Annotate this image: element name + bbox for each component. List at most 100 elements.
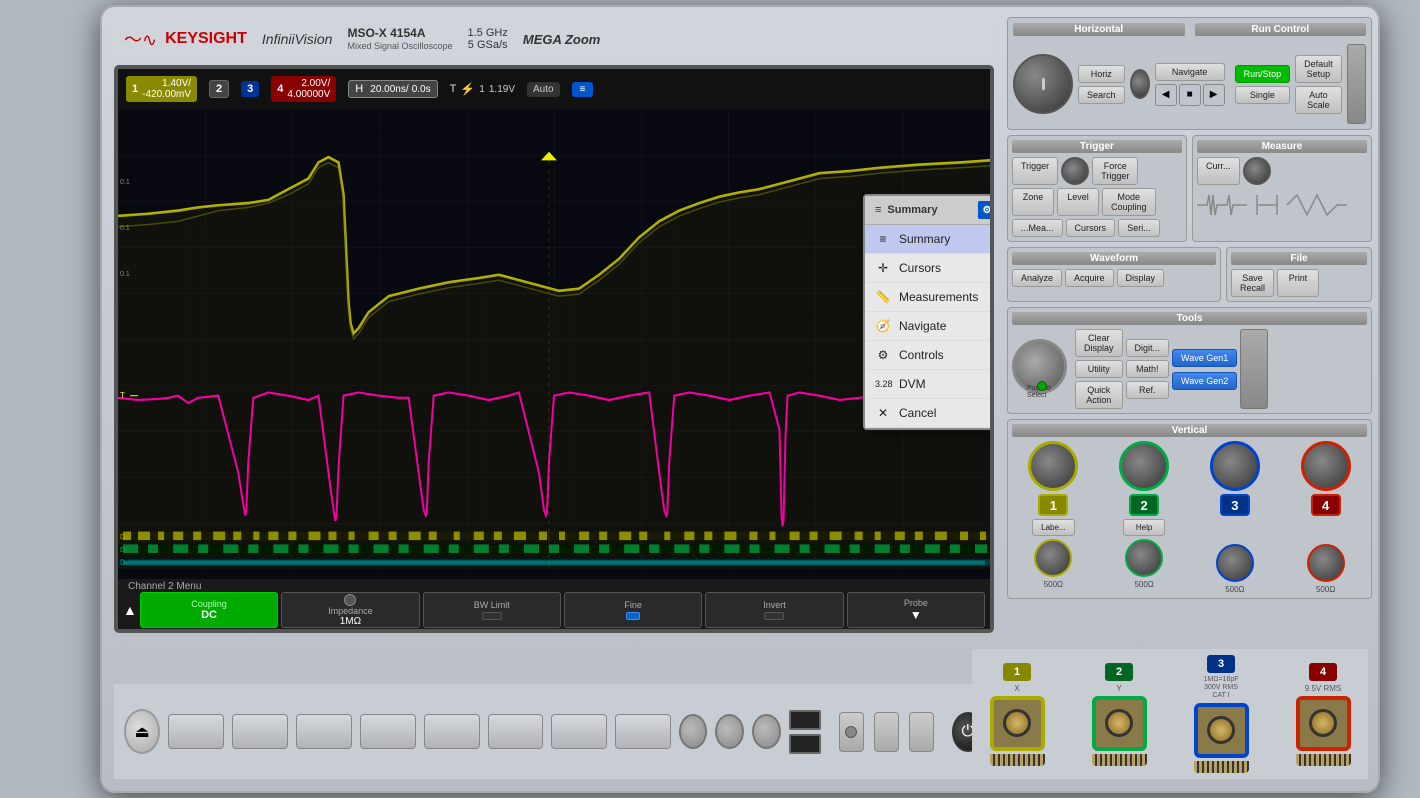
nav-stop-btn[interactable]: ■	[1179, 84, 1201, 106]
analyze-btn[interactable]: Analyze	[1012, 269, 1062, 287]
summary-icon: ≡	[580, 84, 586, 95]
trig-num: 1	[479, 84, 485, 95]
usb-port-2[interactable]	[789, 734, 821, 754]
menu-item-measurements[interactable]: 📏 Measurements	[865, 283, 994, 312]
usb-port-1[interactable]	[789, 710, 821, 730]
menu-item-navigate[interactable]: 🧭 Navigate	[865, 312, 994, 341]
dropdown-config-icon[interactable]: ⚙	[978, 201, 994, 219]
eject-btn[interactable]: ⏏	[124, 709, 160, 754]
ch2-badge[interactable]: 2	[209, 80, 229, 98]
front-btn-7[interactable]	[551, 714, 607, 749]
coupling-btn[interactable]: Coupling DC	[140, 592, 278, 628]
front-btn-5[interactable]	[424, 714, 480, 749]
measure-knob[interactable]	[1243, 157, 1271, 185]
ch3-vert-badge[interactable]: 3	[1220, 494, 1250, 516]
cursors-btn2[interactable]: Cursors	[1066, 219, 1116, 237]
ch4-badge[interactable]: 4 2.00V/ 4.00000V	[271, 76, 336, 102]
ch2-port[interactable]	[1092, 696, 1147, 751]
print-btn[interactable]: Print	[1277, 269, 1319, 297]
horiz-row: Horiz Search Navigate ◀ ■ ▶ Run/Stop	[1013, 44, 1366, 124]
auto-scale-btn[interactable]: AutoScale	[1295, 86, 1342, 114]
front-btn-4[interactable]	[360, 714, 416, 749]
front-btn-8[interactable]	[615, 714, 671, 749]
display-btn[interactable]: Display	[1117, 269, 1165, 287]
wave-gen2-btn[interactable]: Wave Gen2	[1172, 372, 1237, 390]
zone-btn[interactable]: Zone	[1012, 188, 1054, 216]
vert-ch3-pos-knob[interactable]	[1216, 544, 1254, 582]
vert-ch1-pos-knob[interactable]	[1034, 539, 1072, 577]
vert-ch3-scale-knob[interactable]	[1210, 441, 1260, 491]
menu-item-dvm[interactable]: 3.28 DVM	[865, 370, 994, 399]
meas-btn[interactable]: ...Mea...	[1012, 219, 1063, 237]
ch1-labe-btn[interactable]: Labe...	[1032, 519, 1074, 536]
vert-ch4-pos-knob[interactable]	[1307, 544, 1345, 582]
trigger-knob[interactable]	[1061, 157, 1089, 185]
menu-item-cursors[interactable]: ✛ Cursors	[865, 254, 994, 283]
h-badge[interactable]: H 20.00ns/ 0.0s	[348, 80, 437, 98]
vert-ch4-scale-knob[interactable]	[1301, 441, 1351, 491]
vert-ch2-pos-knob[interactable]	[1125, 539, 1163, 577]
waveform-title: Waveform	[1012, 252, 1216, 265]
acquire-btn[interactable]: Acquire	[1065, 269, 1114, 287]
front-btn-6[interactable]	[488, 714, 544, 749]
save-recall-btn[interactable]: SaveRecall	[1231, 269, 1274, 297]
horizontal-scale-knob[interactable]	[1013, 54, 1073, 114]
invert-btn[interactable]: Invert	[705, 592, 843, 628]
model-number: MSO-X 4154A	[347, 26, 452, 40]
menu-item-controls[interactable]: ⚙ Controls	[865, 341, 994, 370]
ch3-port[interactable]	[1194, 703, 1249, 758]
ch1-badge[interactable]: 1 1.40V/ -420.00mV	[126, 76, 197, 102]
vert-ch2-scale-knob[interactable]	[1119, 441, 1169, 491]
ch1-vert-badge[interactable]: 1	[1038, 494, 1068, 516]
front-knob-1[interactable]	[679, 714, 708, 749]
navigate-btn[interactable]: Navigate	[1155, 63, 1225, 81]
menu-item-cancel[interactable]: ✕ Cancel	[865, 399, 994, 428]
zoom-knob[interactable]	[1130, 69, 1150, 99]
front-knob-3[interactable]	[752, 714, 781, 749]
vert-ch1-scale-knob[interactable]	[1028, 441, 1078, 491]
wave-gen1-btn[interactable]: Wave Gen1	[1172, 349, 1237, 367]
nav-right-btn[interactable]: ▶	[1203, 84, 1225, 106]
search-btn[interactable]: Search	[1078, 86, 1125, 104]
math-btn[interactable]: Math!	[1126, 360, 1170, 378]
ch4-connector-group: 4 9.5V RMS	[1296, 663, 1351, 766]
trigger-btn[interactable]: Trigger	[1012, 157, 1058, 185]
force-trigger-btn[interactable]: ForceTrigger	[1092, 157, 1138, 185]
ch3-badge[interactable]: 3	[241, 81, 259, 97]
summary-menu-icon: ≡	[875, 232, 891, 246]
default-setup-btn[interactable]: DefaultSetup	[1295, 55, 1342, 83]
summary-btn[interactable]: ≡	[572, 82, 594, 97]
single-btn[interactable]: Single	[1235, 86, 1291, 104]
utility-btn[interactable]: Utility	[1075, 360, 1123, 378]
ch3-teeth	[1194, 761, 1249, 773]
impedance-btn[interactable]: Impedance 1MΩ	[281, 592, 419, 628]
bw-limit-btn[interactable]: BW Limit	[423, 592, 561, 628]
ref-btn[interactable]: Ref.	[1126, 381, 1170, 399]
waveform-section: Waveform Analyze Acquire Display	[1007, 247, 1221, 302]
clear-display-btn[interactable]: ClearDisplay	[1075, 329, 1123, 357]
level-btn[interactable]: Level	[1057, 188, 1099, 216]
fine-btn[interactable]: Fine	[564, 592, 702, 628]
digit-btn[interactable]: Digit...	[1126, 339, 1170, 357]
quick-action-btn[interactable]: QuickAction	[1075, 381, 1123, 409]
ch2-help-btn[interactable]: Help	[1123, 519, 1165, 536]
horiz-btn[interactable]: Horiz	[1078, 65, 1125, 83]
ch1-port[interactable]	[990, 696, 1045, 751]
tools-slider	[1240, 329, 1268, 409]
front-knob-2[interactable]	[715, 714, 744, 749]
front-btn-3[interactable]	[296, 714, 352, 749]
nav-left-btn[interactable]: ◀	[1155, 84, 1177, 106]
curr-btn[interactable]: Curr...	[1197, 157, 1240, 185]
mode-coupling-btn[interactable]: ModeCoupling	[1102, 188, 1156, 216]
ch4-vert-badge[interactable]: 4	[1311, 494, 1341, 516]
ch2-vert-badge[interactable]: 2	[1129, 494, 1159, 516]
front-btn-1[interactable]	[168, 714, 224, 749]
menu-item-summary[interactable]: ≡ Summary	[865, 225, 994, 254]
probe-btn[interactable]: Probe ▼	[847, 592, 985, 628]
invert-label: Invert	[763, 600, 786, 610]
run-stop-btn[interactable]: Run/Stop	[1235, 65, 1291, 83]
front-btn-2[interactable]	[232, 714, 288, 749]
serial-btn[interactable]: Seri...	[1118, 219, 1160, 237]
lightning-icon: ⚡	[460, 82, 475, 96]
ch4-port[interactable]	[1296, 696, 1351, 751]
